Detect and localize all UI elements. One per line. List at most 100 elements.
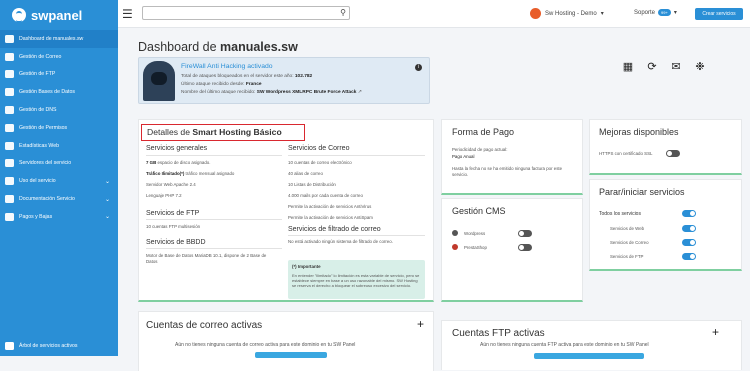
sidebar-footer-label: Árbol de servicios activos <box>19 343 78 349</box>
add-ftp-account-icon[interactable]: + <box>712 325 719 339</box>
add-mail-account-icon[interactable]: + <box>417 317 424 331</box>
logo[interactable]: swpanel <box>0 0 118 30</box>
service-label: Servicios de Correo <box>610 240 649 245</box>
server-icon <box>5 159 14 168</box>
create-ftp-account-button[interactable] <box>534 353 644 359</box>
ftp-accounts-empty: Aún no tienes ninguna cuenta FTP activa … <box>480 342 649 348</box>
ftp-services-title: Servicios de FTP <box>146 210 200 217</box>
account-menu[interactable]: Sw Hosting - Demo ▾ <box>530 8 604 19</box>
chevron-down-icon: ▾ <box>600 11 604 17</box>
mail-edit-icon[interactable]: ✉ <box>670 60 682 73</box>
create-services-button[interactable]: Crear servicios <box>695 8 743 20</box>
mail-accounts-card: Cuentas de correo activas + Aún no tiene… <box>138 311 434 371</box>
wordpress-icon <box>452 230 458 236</box>
info-icon[interactable]: i <box>415 64 422 71</box>
payment-period-value: Pago Anual <box>452 154 475 159</box>
menu-icon[interactable]: ☰ <box>122 8 133 20</box>
mail-accounts-empty: Aún no tienes ninguna cuenta de correo a… <box>175 342 356 348</box>
firewall-title: FireWall Anti Hacking activado <box>181 63 273 70</box>
details-title: Detalles de Smart Hosting Básico <box>141 124 305 141</box>
mail-item: 10 Listas de Distribución <box>288 182 336 187</box>
calculator-icon[interactable]: ▦ <box>622 60 634 73</box>
cms-title: Gestión CMS <box>452 206 506 216</box>
wordpress-toggle[interactable] <box>518 230 532 237</box>
general-services-title: Servicios generales <box>146 145 208 152</box>
create-mail-account-button[interactable] <box>255 352 327 358</box>
ftp-accounts-title: Cuentas FTP activas <box>452 328 545 339</box>
sidebar-item-label: Documentación Servicio <box>19 196 75 203</box>
docs-icon <box>5 195 14 204</box>
ftp-accounts-card: Cuentas FTP activas + Aún no tienes ning… <box>441 320 742 370</box>
sidebar-item-label: Estadísticas Web <box>19 142 59 149</box>
sidebar-item-stats[interactable]: Estadísticas Web <box>0 137 118 155</box>
sidebar-item-service-tree[interactable]: Árbol de servicios activos <box>5 342 78 350</box>
sidebar-item-label: Dashboard de manuales.sw <box>19 35 84 42</box>
support-label: Soporte <box>634 9 656 16</box>
payments-icon <box>5 212 14 221</box>
toolbar: ▦ ⟳ ✉ ❉ <box>622 60 706 73</box>
firewall-last-attack-line: Nombre del último ataque recibido: SW Wo… <box>181 90 362 95</box>
usage-icon <box>5 177 14 186</box>
permissions-icon <box>5 123 14 132</box>
sidebar-item-dashboard[interactable]: Dashboard de manuales.sw <box>0 30 118 48</box>
ftp-icon <box>5 70 14 79</box>
web-services-toggle[interactable] <box>682 225 696 232</box>
prestashop-toggle[interactable] <box>518 244 532 251</box>
sidebar-item-databases[interactable]: Gestión Bases de Datos <box>0 83 118 101</box>
sidebar-item-ftp[interactable]: Gestión de FTP <box>0 66 118 84</box>
payment-card: Forma de Pago Periodicidad de pago actua… <box>441 119 583 195</box>
payment-title: Forma de Pago <box>452 127 515 137</box>
hacker-icon <box>143 61 175 101</box>
sidebar-item-label: Gestión de Correo <box>19 53 62 60</box>
general-item: Servidor Web Apache 2.4 <box>146 182 196 187</box>
service-label: Servicios de FTP <box>610 254 644 259</box>
ftp-item: 10 cuentas FTP multisesión <box>146 224 201 229</box>
logo-icon <box>12 8 26 23</box>
bug-icon[interactable]: ❉ <box>694 60 706 73</box>
service-label: Servicios de Web <box>610 226 645 231</box>
sidebar-item-docs[interactable]: Documentación Servicio ⌄ <box>0 190 118 208</box>
chevron-down-icon: ⌄ <box>104 214 110 221</box>
prestashop-icon <box>452 244 458 250</box>
service-details-card: Detalles de Smart Hosting Básico Servici… <box>138 119 434 302</box>
mail-item: Permite la activación de servicios AntiS… <box>288 215 373 220</box>
brand-name: swpanel <box>31 7 83 23</box>
sidebar-item-label: Gestión Bases de Datos <box>19 89 75 96</box>
mail-accounts-title: Cuentas de correo activas <box>146 320 263 331</box>
all-services-toggle[interactable] <box>682 210 696 217</box>
sidebar-item-payments[interactable]: Pagos y Bajas ⌄ <box>0 208 118 226</box>
chevron-down-icon: ⌄ <box>104 178 110 185</box>
sidebar-item-servers[interactable]: Servidores del servicio <box>0 155 118 173</box>
mail-services-toggle[interactable] <box>682 239 696 246</box>
search-icon[interactable]: ⚲ <box>340 8 346 17</box>
sidebar-item-label: Gestión de DNS <box>19 107 57 114</box>
mail-services-title: Servicios de Correo <box>288 145 350 152</box>
upgrades-title: Mejoras disponibles <box>599 127 679 137</box>
ssl-label: HTTPS con certificado SSL <box>599 151 653 156</box>
account-icon <box>530 8 541 19</box>
support-menu[interactable]: Soporte 99+ ▾ <box>634 9 677 16</box>
upgrades-card: Mejoras disponibles HTTPS con certificad… <box>589 119 742 175</box>
sidebar-item-permissions[interactable]: Gestión de Permisos <box>0 119 118 137</box>
mail-item: Permite la activación de servicios AntiV… <box>288 204 372 209</box>
sidebar-item-label: Gestión de Permisos <box>19 124 68 131</box>
ssl-toggle[interactable] <box>666 150 680 157</box>
important-notice: (*) Importante En entender "ilimitado" l… <box>288 260 425 299</box>
stats-icon <box>5 141 14 150</box>
support-badge: 99+ <box>658 9 671 16</box>
all-services-label: Todos los servicios <box>599 211 641 217</box>
sidebar-item-dns[interactable]: Gestión de DNS <box>0 101 118 119</box>
general-item: Lenguaje PHP 7.2 <box>146 193 182 198</box>
search-input[interactable]: ⚲ <box>142 6 350 20</box>
mail-item: 40 alias de correo <box>288 171 323 176</box>
external-link-icon[interactable]: ↗ <box>358 90 362 95</box>
firewall-origin-line: Último ataque recibido desde: France <box>181 82 262 87</box>
cycle-icon[interactable]: ⟳ <box>646 60 658 73</box>
ftp-services-toggle[interactable] <box>682 253 696 260</box>
general-item: 7 GB espacio de disco asignado. <box>146 160 211 165</box>
sidebar-nav: Dashboard de manuales.sw Gestión de Corr… <box>0 30 118 226</box>
sidebar-item-label: Gestión de FTP <box>19 71 56 78</box>
account-label: Sw Hosting - Demo <box>545 10 597 17</box>
sidebar-item-usage[interactable]: Uso del servicio ⌄ <box>0 172 118 190</box>
sidebar-item-mail[interactable]: Gestión de Correo <box>0 48 118 66</box>
